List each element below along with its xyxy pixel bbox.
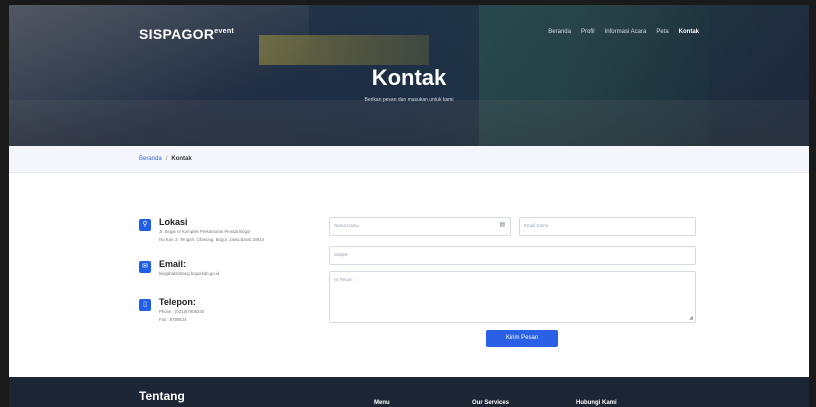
page-subtitle: Berikan pesan dan masukan untuk kami [364, 97, 454, 103]
contact-location: ⚲ Lokasi Jl. Segar III Komplek Perkantor… [139, 217, 264, 243]
phone-number[interactable]: Phone : (021)87906240 [159, 308, 204, 315]
phone-title: Telepon: [159, 297, 196, 307]
nav-informasi-acara[interactable]: Informasi Acara [605, 29, 647, 35]
location-title: Lokasi [159, 217, 188, 227]
footer: Tentang Menu Our Services Hubungi Kami [9, 377, 809, 407]
email-placeholder: Email Kamu [524, 223, 549, 228]
message-textarea[interactable]: Isi Pesan ◢ [329, 271, 696, 323]
nav-kontak[interactable]: Kontak [679, 29, 699, 35]
page: SISPAGORevent Beranda Profil Informasi A… [9, 5, 809, 407]
footer-about-heading: Tentang [139, 389, 185, 403]
hero-background-image [259, 35, 429, 65]
footer-services-heading: Our Services [472, 400, 510, 406]
email-title: Email: [159, 259, 187, 269]
brand-name: SISPAGOR [139, 26, 215, 42]
main-nav: Beranda Profil Informasi Acara Peta Kont… [548, 29, 699, 35]
nav-beranda[interactable]: Beranda [548, 29, 571, 35]
nav-profil[interactable]: Profil [581, 29, 595, 35]
page-title: Kontak [371, 65, 447, 90]
name-placeholder: Nama Kamu [334, 223, 360, 228]
submit-button[interactable]: Kirim Pesan [486, 330, 558, 347]
fax-number: Fax : 8790624 [159, 317, 187, 322]
hero-banner: SISPAGORevent Beranda Profil Informasi A… [9, 5, 809, 146]
footer-contact-heading: Hubungi Kami [576, 400, 617, 406]
breadcrumb-home[interactable]: Beranda [139, 156, 162, 162]
breadcrumb-separator: / [165, 156, 168, 162]
nav-peta[interactable]: Peta [656, 29, 668, 35]
phone-icon: ▯ [139, 299, 151, 311]
brand-logo[interactable]: SISPAGORevent [139, 26, 234, 42]
message-placeholder: Isi Pesan [334, 277, 353, 282]
footer-menu-heading: Menu [374, 400, 390, 406]
autofill-icon[interactable]: ▤ [499, 221, 505, 228]
breadcrumb: Beranda / Kontak [9, 146, 809, 173]
email-input[interactable]: Email Kamu [519, 217, 696, 236]
subject-placeholder: Subjek [334, 252, 348, 257]
email-value[interactable]: kepjabatanbang.bogorkab.go.id [159, 270, 219, 277]
brand-superscript: event [214, 28, 235, 35]
hero-background-image [9, 100, 809, 146]
breadcrumb-current: Kontak [171, 156, 192, 162]
envelope-icon: ✉ [139, 261, 151, 273]
subject-input[interactable]: Subjek [329, 246, 696, 265]
location-line-1: Jl. Segar III Komplek Perkantoran Pemda … [159, 229, 251, 234]
map-pin-icon: ⚲ [139, 219, 151, 231]
name-input[interactable]: Nama Kamu ▤ [329, 217, 511, 236]
resize-handle-icon[interactable]: ◢ [689, 315, 693, 321]
location-line-2: No.Kav. 2, Tengah, Cibinong, Bogor, Jawa… [159, 237, 264, 242]
contact-phone: ▯ Telepon: Phone : (021)87906240 Fax : 8… [139, 297, 204, 323]
contact-email: ✉ Email: kepjabatanbang.bogorkab.go.id [139, 259, 219, 277]
